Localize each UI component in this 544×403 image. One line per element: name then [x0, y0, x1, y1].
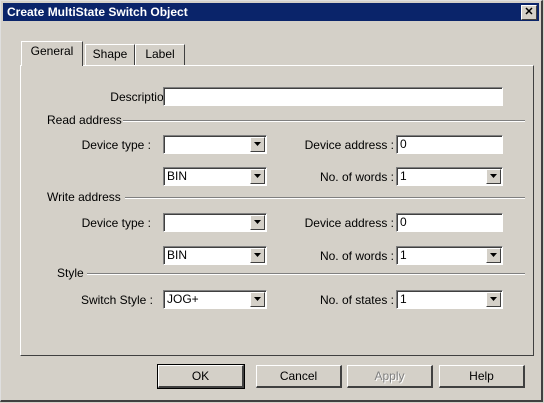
write-format-dropdown[interactable]: BIN: [163, 246, 267, 265]
tab-general[interactable]: General: [21, 41, 83, 66]
write-device-address-label: Device address :: [304, 216, 394, 230]
write-format-value: BIN: [167, 248, 188, 262]
chevron-down-icon[interactable]: [250, 215, 265, 230]
write-words-dropdown[interactable]: 1: [396, 246, 503, 265]
chevron-down-icon[interactable]: [486, 248, 501, 263]
description-label: Description :: [110, 90, 177, 104]
write-address-divider: [125, 197, 525, 199]
read-format-dropdown[interactable]: BIN: [163, 167, 267, 186]
write-words-value: 1: [400, 248, 407, 262]
apply-button[interactable]: Apply: [347, 365, 433, 388]
chevron-down-icon[interactable]: [486, 292, 501, 307]
write-device-type-label: Device type :: [81, 216, 151, 230]
read-words-dropdown[interactable]: 1: [396, 167, 503, 186]
title-bar[interactable]: Create MultiState Switch Object ✕: [3, 3, 539, 21]
ok-button[interactable]: OK: [157, 364, 245, 389]
read-format-value: BIN: [167, 169, 188, 183]
ok-button-label: OK: [191, 369, 210, 383]
read-words-value: 1: [400, 169, 407, 183]
tab-shape-label: Shape: [92, 47, 128, 61]
close-icon[interactable]: ✕: [521, 5, 537, 20]
chevron-down-icon[interactable]: [250, 137, 265, 152]
style-group-label: Style: [57, 266, 84, 280]
tab-shape[interactable]: Shape: [85, 44, 135, 65]
help-button-label: Help: [469, 369, 494, 383]
general-tab-panel: Description : Read address Device type :…: [20, 65, 534, 356]
chevron-down-icon[interactable]: [250, 248, 265, 263]
cancel-button[interactable]: Cancel: [256, 365, 342, 388]
read-device-address-value: 0: [400, 137, 407, 151]
description-input[interactable]: [163, 87, 503, 106]
states-value: 1: [400, 292, 407, 306]
write-address-group-label: Write address: [47, 190, 121, 204]
read-address-group-label: Read address: [47, 113, 122, 127]
help-button[interactable]: Help: [439, 365, 525, 388]
tab-label-label: Label: [145, 47, 175, 61]
switch-style-dropdown[interactable]: JOG+: [163, 290, 267, 309]
apply-button-label: Apply: [374, 369, 405, 383]
write-device-address-input[interactable]: 0: [396, 213, 503, 232]
switch-style-label: Switch Style :: [80, 293, 153, 307]
states-dropdown[interactable]: 1: [396, 290, 503, 309]
style-divider: [87, 273, 525, 275]
switch-style-value: JOG+: [167, 292, 199, 306]
cancel-button-label: Cancel: [279, 369, 318, 383]
write-device-type-dropdown[interactable]: [163, 213, 267, 232]
read-device-type-label: Device type :: [81, 138, 151, 152]
chevron-down-icon[interactable]: [250, 292, 265, 307]
states-label: No. of states :: [319, 293, 394, 307]
tab-label[interactable]: Label: [135, 44, 185, 65]
chevron-down-icon[interactable]: [486, 169, 501, 184]
read-words-label: No. of words :: [319, 170, 394, 184]
chevron-down-icon[interactable]: [250, 169, 265, 184]
read-address-divider: [123, 120, 525, 122]
write-device-address-value: 0: [400, 215, 407, 229]
read-device-address-label: Device address :: [304, 138, 394, 152]
dialog-title: Create MultiState Switch Object: [7, 5, 188, 19]
read-device-address-input[interactable]: 0: [396, 135, 503, 154]
read-device-type-dropdown[interactable]: [163, 135, 267, 154]
tab-general-label: General: [30, 44, 74, 58]
write-words-label: No. of words :: [319, 249, 394, 263]
